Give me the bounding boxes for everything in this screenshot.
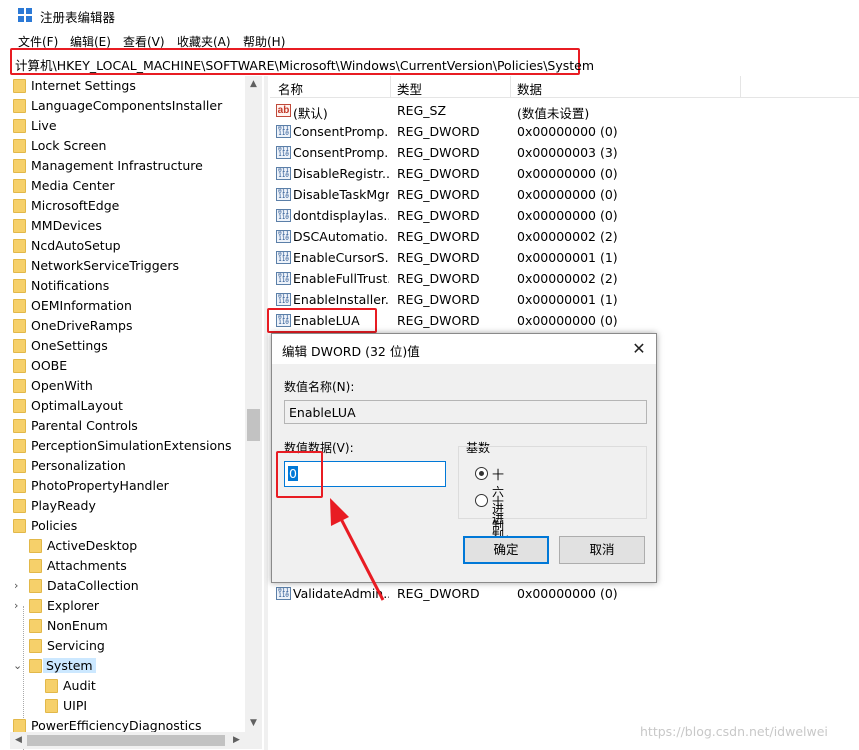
annotation-arrow-icon xyxy=(330,498,385,601)
watermark: https://blog.csdn.net/idwelwei xyxy=(640,724,828,739)
